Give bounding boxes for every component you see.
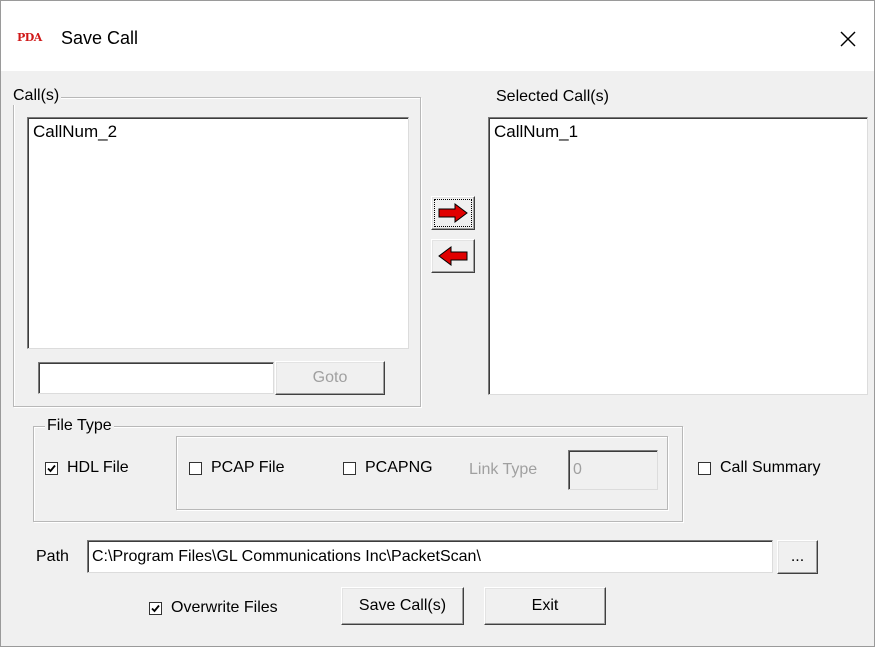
link-type-input[interactable] — [568, 450, 658, 490]
save-call-dialog: PDA Save Call Call(s) CallNum_2 Goto Sel… — [0, 0, 875, 647]
window-title: Save Call — [61, 28, 139, 48]
pcapng-label: PCAPNG — [365, 459, 433, 476]
path-label: Path — [36, 548, 69, 565]
path-input[interactable] — [87, 540, 773, 573]
goto-input[interactable] — [38, 362, 274, 394]
selected-calls-listbox[interactable]: CallNum_1 — [488, 117, 868, 395]
list-item[interactable]: CallNum_2 — [28, 118, 408, 142]
add-call-button[interactable] — [431, 196, 475, 230]
hdl-file-box[interactable] — [45, 461, 58, 475]
close-icon — [840, 31, 856, 47]
selected-calls-label: Selected Call(s) — [496, 88, 609, 105]
red-right-arrow-icon — [438, 203, 468, 223]
pcap-file-label: PCAP File — [211, 459, 285, 476]
goto-button[interactable]: Goto — [275, 361, 385, 395]
browse-button[interactable]: ... — [777, 540, 818, 574]
hdl-file-label: HDL File — [67, 459, 129, 476]
list-item[interactable]: CallNum_1 — [489, 118, 867, 142]
pcapng-checkbox[interactable]: PCAPNG — [343, 459, 433, 477]
overwrite-files-box[interactable] — [149, 601, 162, 615]
remove-call-button[interactable] — [431, 239, 475, 273]
red-left-arrow-icon — [438, 246, 468, 266]
title-bar: PDA Save Call — [1, 1, 874, 71]
file-type-label: File Type — [45, 417, 114, 435]
calls-listbox[interactable]: CallNum_2 — [27, 117, 409, 349]
save-calls-button[interactable]: Save Call(s) — [341, 587, 464, 625]
app-icon: PDA — [17, 31, 42, 44]
pcap-file-box[interactable] — [189, 461, 202, 475]
calls-label: Call(s) — [11, 87, 62, 105]
check-icon — [47, 464, 56, 472]
exit-button[interactable]: Exit — [484, 587, 606, 625]
link-type-label: Link Type — [469, 461, 538, 478]
hdl-file-checkbox[interactable]: HDL File — [45, 459, 129, 477]
check-icon — [151, 604, 160, 612]
pcapng-box[interactable] — [343, 461, 356, 475]
call-summary-label: Call Summary — [720, 459, 821, 476]
pcap-file-checkbox[interactable]: PCAP File — [189, 459, 285, 477]
call-summary-checkbox[interactable]: Call Summary — [698, 459, 820, 477]
call-summary-box[interactable] — [698, 461, 711, 475]
overwrite-files-label: Overwrite Files — [171, 599, 278, 616]
overwrite-files-checkbox[interactable]: Overwrite Files — [149, 599, 278, 617]
close-button[interactable] — [828, 21, 868, 57]
